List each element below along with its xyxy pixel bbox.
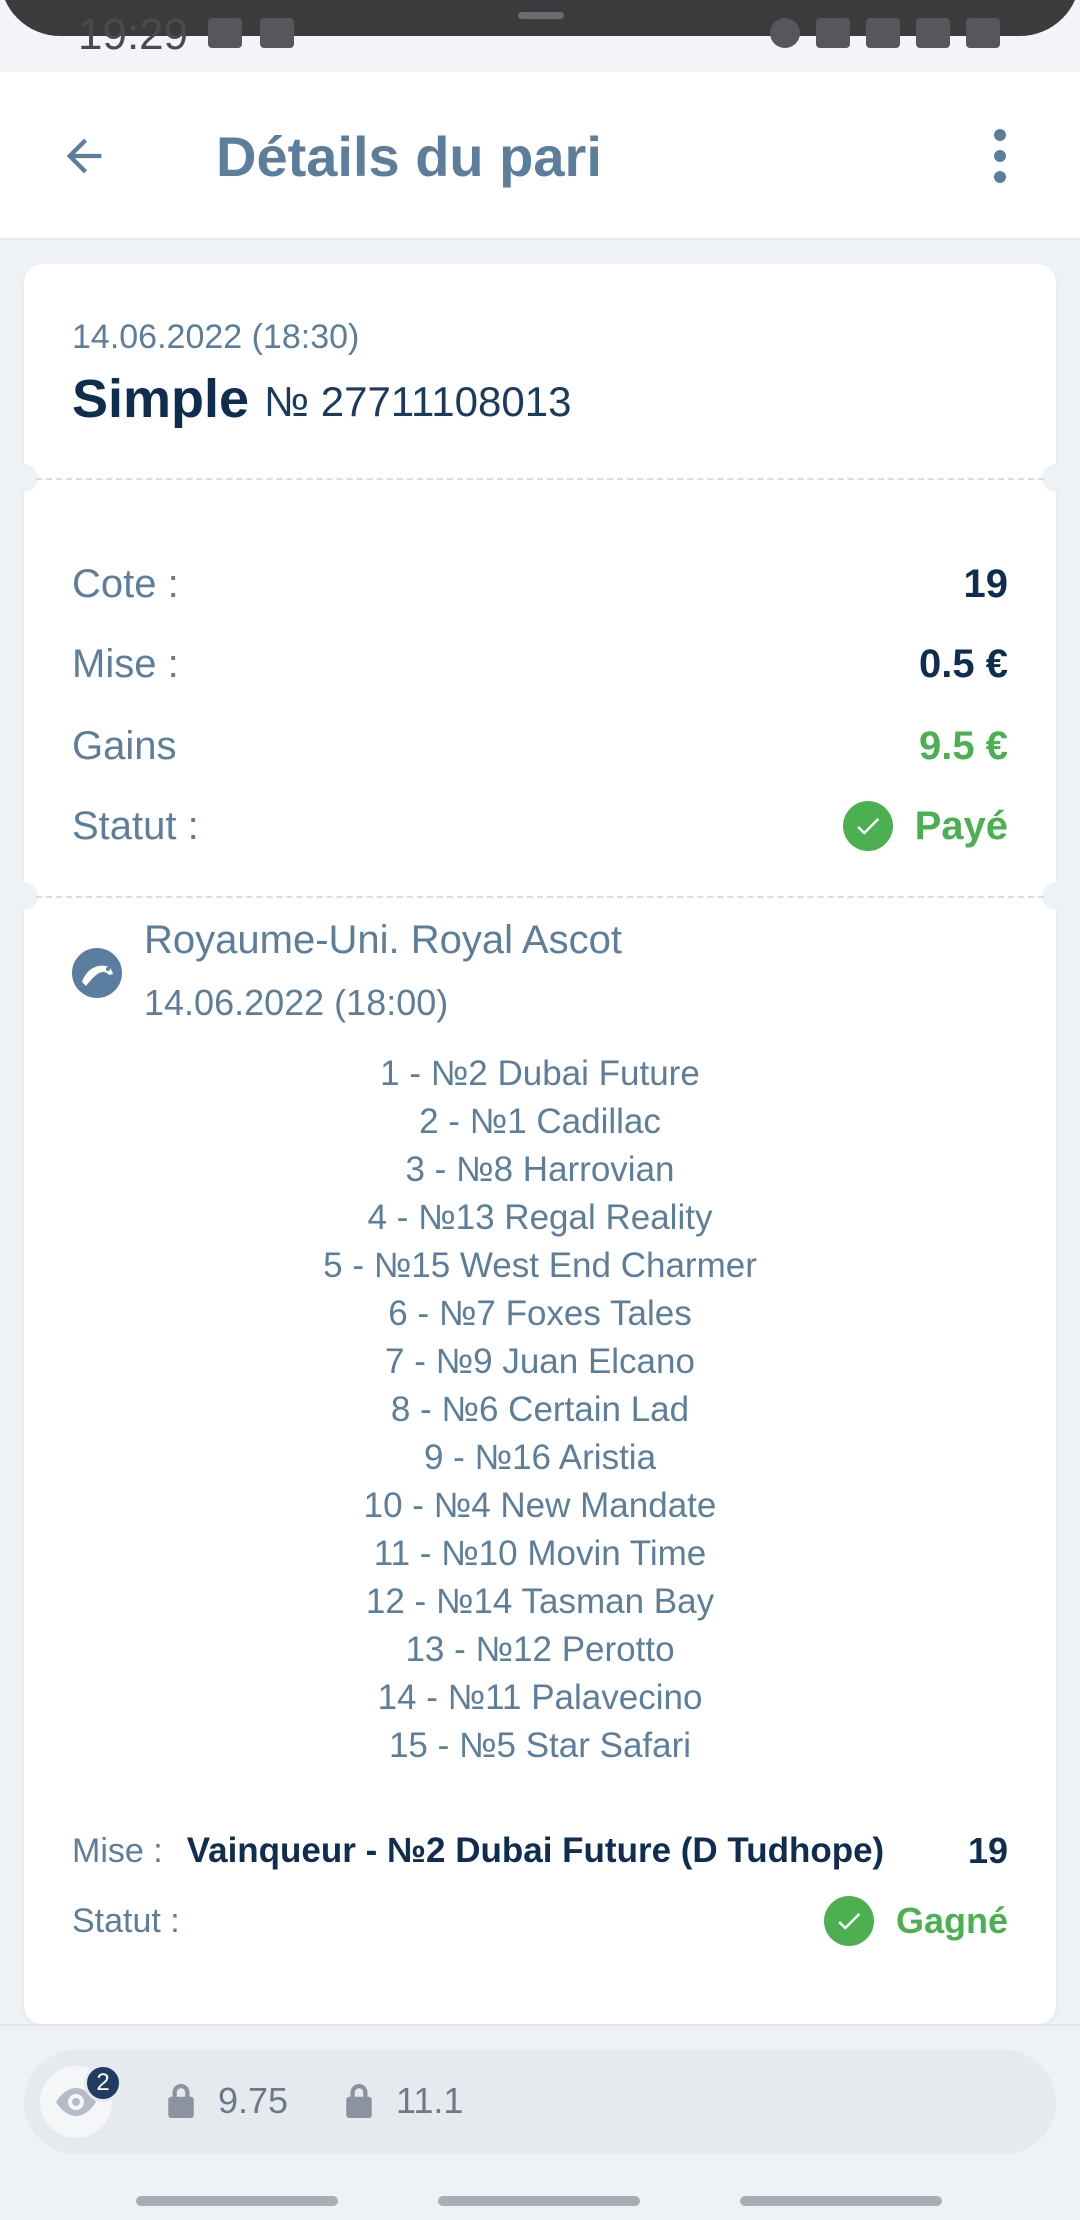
list-item: 15 - №5 Star Safari [388,1726,692,1765]
event-date: 14.06.2022 (18:00) [144,982,449,1023]
card-notch [10,464,38,492]
signal-icon [916,18,950,48]
status-badge: Payé [914,803,1008,848]
status-row: Statut : Payé [72,796,1008,856]
list-item: 8 - №6 Certain Lad [390,1390,690,1429]
card-notch [1042,464,1070,492]
winnings-value: 9.5 € [919,723,1008,768]
notification-icon [208,18,242,48]
bottom-tray: 2 9.75 11.1 [0,2024,1080,2220]
status-label: Statut : [72,803,199,848]
list-item: 6 - №7 Foxes Tales [388,1294,692,1333]
winnings-row: Gains 9.5 € [72,716,1008,776]
locked-odds-item[interactable]: 11.1 [342,2080,463,2122]
drag-handle[interactable] [518,12,564,19]
lock-icon [168,2084,194,2118]
app-bar: Détails du pari [0,72,1080,240]
bet-type: Simple [72,369,250,429]
list-item: 13 - №12 Perotto [405,1630,675,1669]
odds-value: 19 [963,561,1009,606]
arrow-left-icon [66,138,102,174]
card-notch [10,882,38,910]
selection-label: Mise : [72,1831,163,1870]
check-circle-icon [842,801,893,851]
calendar-icon [260,18,294,48]
list-item: 4 - №13 Regal Reality [367,1198,713,1237]
list-item: 12 - №14 Tasman Bay [365,1582,715,1621]
bet-date: 14.06.2022 (18:30) [72,318,360,356]
bet-number: № 27711108013 [264,378,572,425]
nav-bar-segment[interactable] [740,2196,942,2206]
list-item: 3 - №8 Harrovian [405,1150,675,1189]
dashed-divider [36,478,1044,480]
selection-status-label: Statut : [72,1901,180,1940]
stake-row: Mise : 0.5 € [72,634,1008,694]
more-options-button[interactable] [964,120,1036,192]
odds-row: Cote : 19 [72,554,1008,614]
battery-icon [966,18,1000,48]
alarm-icon [770,18,800,48]
selection-status-badge: Gagné [895,1900,1008,1941]
more-vertical-icon [994,129,1006,141]
lock-icon [346,2084,372,2118]
winnings-label: Gains [72,723,177,768]
locked-odds-value: 11.1 [396,2080,464,2121]
count-badge: 2 [84,2064,122,2102]
locked-odds-item[interactable]: 9.75 [164,2080,288,2122]
list-item: 5 - №15 West End Charmer [323,1246,757,1285]
list-item: 1 - №2 Dubai Future [380,1054,700,1093]
status-time: 19:29 [78,10,189,59]
selection-text: Vainqueur - №2 Dubai Future (D Tudhope) [186,1831,885,1870]
selection-status-row: Statut : Gagné [72,1896,1008,1946]
list-item: 11 - №10 Movin Time [373,1534,707,1573]
page-title: Détails du pari [216,125,602,188]
odds-label: Cote : [72,561,179,606]
list-item: 2 - №1 Cadillac [419,1102,661,1141]
list-item: 10 - №4 New Mandate [363,1486,717,1525]
card-notch [1042,882,1070,910]
status-bar: 19:29 [0,0,1080,72]
network-4g-icon [866,18,900,48]
stake-label: Mise : [72,641,179,686]
check-circle-icon [823,1896,874,1946]
locked-odds-value: 9.75 [218,2080,289,2121]
dashed-divider [36,896,1044,898]
list-item: 7 - №9 Juan Elcano [385,1342,695,1381]
horse-racing-icon [72,948,122,998]
nav-bar-segment[interactable] [438,2196,640,2206]
bet-card: 14.06.2022 (18:30) Simple № 27711108013 … [10,264,1070,2024]
list-item: 14 - №11 Palavecino [377,1678,703,1717]
runners-list: 1 - №2 Dubai Future 2 - №1 Cadillac 3 - … [24,1050,1056,1770]
list-item: 9 - №16 Aristia [423,1438,657,1477]
stake-value: 0.5 € [919,641,1008,686]
mute-icon [816,18,850,48]
selection-row: Mise : Vainqueur - №2 Dubai Future (D Tu… [72,1830,1008,1872]
nav-bar-segment[interactable] [136,2196,338,2206]
event-name: Royaume-Uni. Royal Ascot [144,918,622,962]
bet-slip-bar[interactable]: 2 9.75 11.1 [24,2050,1056,2154]
selection-odds: 19 [967,1830,1008,1871]
back-button[interactable] [48,120,120,192]
